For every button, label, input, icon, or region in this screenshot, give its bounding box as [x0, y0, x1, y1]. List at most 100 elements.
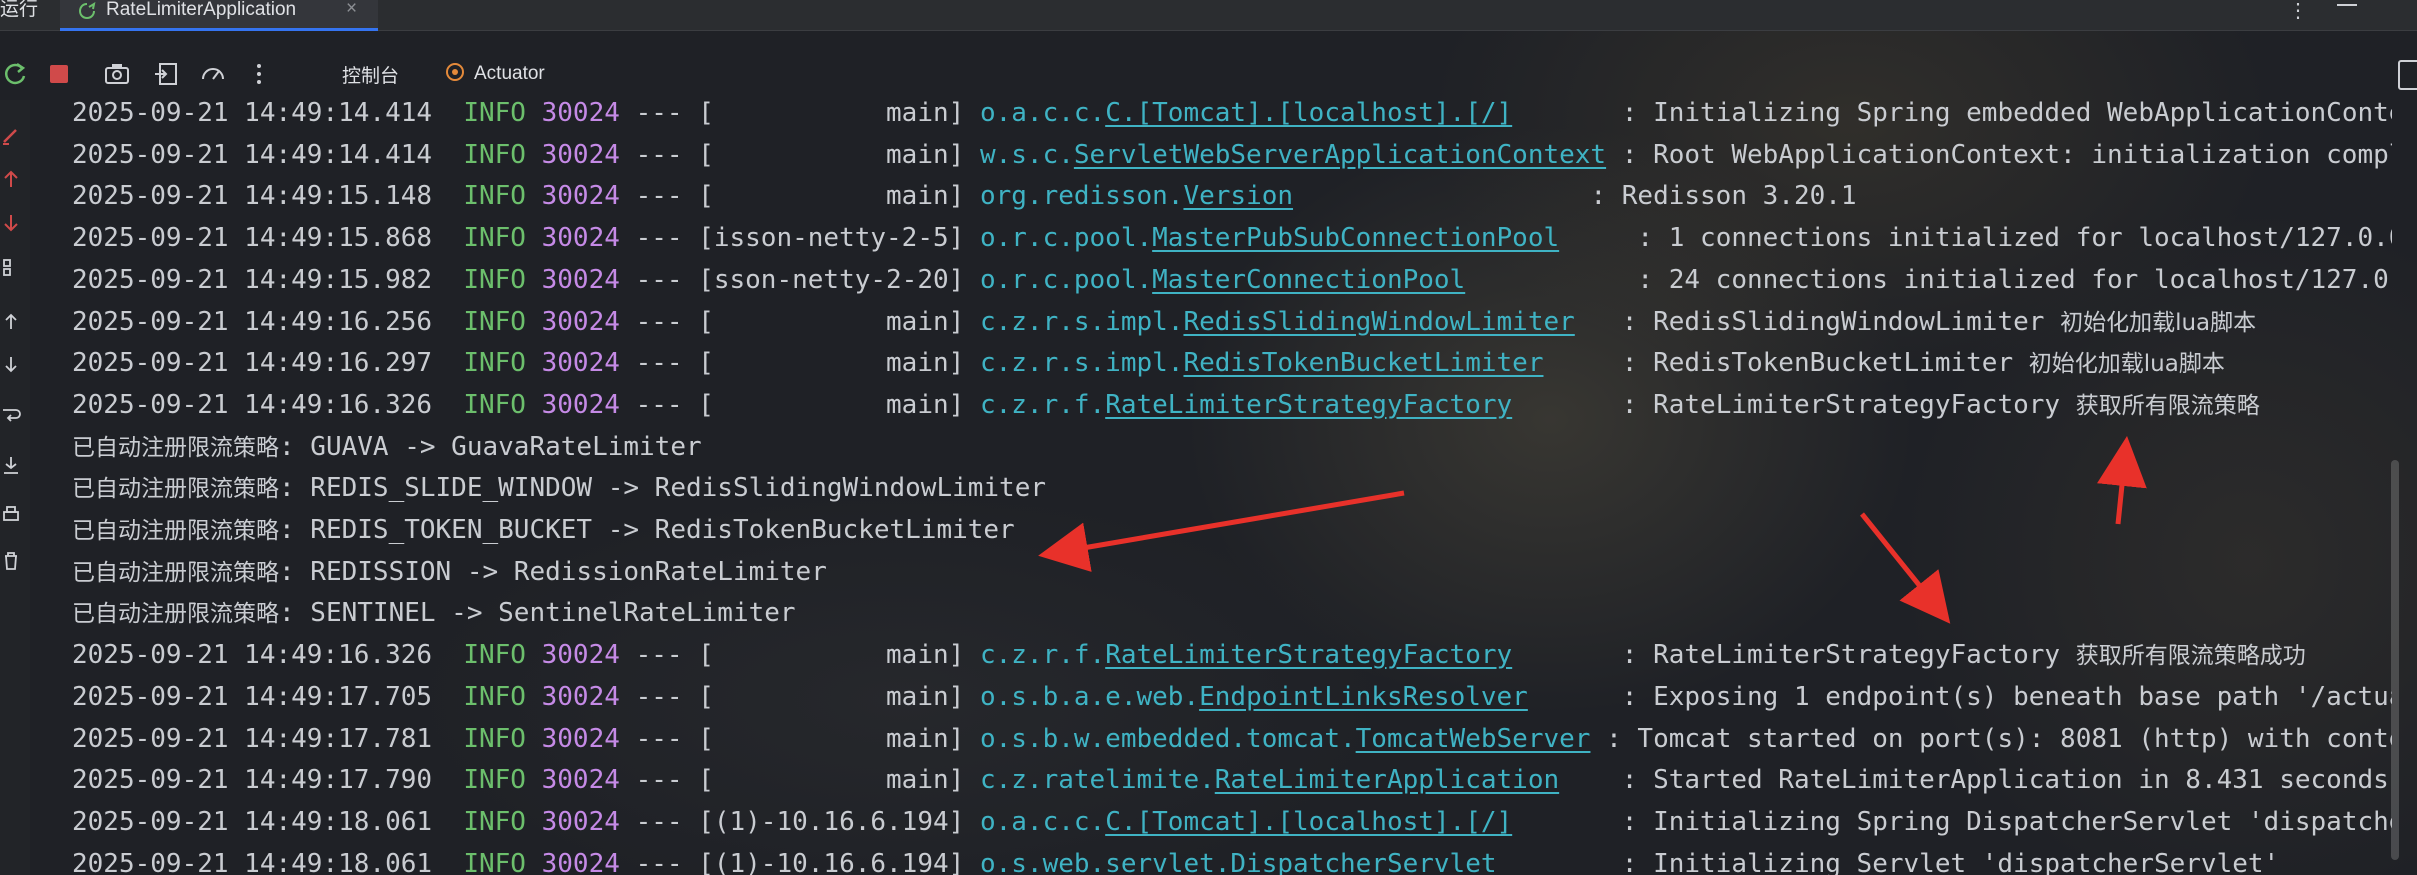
log-thread: [ main] [698, 723, 965, 754]
log-colon: : [1606, 723, 1638, 754]
log-timestamp: 2025-09-21 14:49:15.148 [72, 181, 433, 212]
actuator-icon [444, 61, 466, 83]
log-line: 2025-09-21 14:49:16.326 INFO 30024 --- [… [72, 387, 2260, 423]
log-thread: [ main] [698, 181, 965, 212]
log-logger-class-link[interactable]: RateLimiterStrategyFactory [1105, 640, 1512, 670]
more-vertical-icon[interactable] [244, 59, 274, 89]
log-timestamp: 2025-09-21 14:49:17.781 [72, 723, 433, 754]
log-logger-class-link[interactable]: Version [1183, 181, 1293, 211]
restore-layout-icon[interactable] [152, 59, 182, 89]
dashboard-icon[interactable] [198, 59, 228, 89]
vertical-scrollbar[interactable] [2391, 460, 2399, 860]
log-logger-class-link[interactable]: RedisTokenBucketLimiter [1183, 348, 1543, 378]
arrow-up-icon[interactable] [0, 168, 22, 190]
console-output[interactable]: 2025-09-21 14:49:14.414 INFO 30024 --- [… [72, 97, 2392, 875]
log-pid: 30024 [541, 723, 620, 754]
log-line: 2025-09-21 14:49:15.982 INFO 30024 --- [… [72, 262, 2392, 298]
log-logger-class-link[interactable]: RateLimiterApplication [1215, 765, 1559, 795]
run-window-label: 运行 [0, 0, 39, 20]
arrow-down-icon[interactable] [0, 212, 22, 234]
log-padding [1559, 765, 1622, 795]
plain-log-line: 已自动注册限流策略: REDIS_SLIDE_WINDOW -> RedisSl… [72, 470, 1046, 506]
plain-log-line: 已自动注册限流策略: GUAVA -> GuavaRateLimiter [72, 429, 702, 465]
log-logger-package: o.a.c.c. [979, 806, 1106, 837]
log-separator: --- [635, 223, 683, 254]
log-separator: --- [635, 264, 683, 295]
console-gutter [0, 100, 30, 875]
log-separator: --- [635, 806, 683, 837]
tab-rate-limiter-application[interactable]: RateLimiterApplication × [60, 0, 378, 31]
log-message: Exposing 1 endpoint(s) beneath base path… [1653, 681, 2392, 712]
wrap-icon[interactable] [0, 404, 22, 426]
log-pid: 30024 [541, 139, 620, 170]
log-logger-package: c.z.r.f. [979, 389, 1106, 420]
log-logger-class-link[interactable]: MasterPubSubConnectionPool [1152, 223, 1559, 253]
log-thread: [ main] [698, 389, 965, 420]
log-colon: : [1621, 640, 1654, 671]
log-level: INFO [463, 264, 526, 295]
trash-icon[interactable] [0, 550, 22, 572]
stop-icon[interactable] [44, 59, 74, 89]
tab-actuator[interactable]: Actuator [444, 61, 545, 85]
log-colon: : [1590, 181, 1622, 212]
log-separator: --- [635, 181, 683, 212]
log-logger-class-link[interactable]: C.[Tomcat].[localhost].[/] [1105, 807, 1512, 837]
log-separator: --- [635, 389, 683, 420]
side-panel-icon[interactable] [2398, 60, 2417, 90]
log-logger-class-link[interactable]: ServletWebServerApplicationContext [1074, 140, 1606, 170]
list-icon[interactable] [0, 256, 22, 278]
log-colon: : [1621, 348, 1654, 379]
log-level: INFO [463, 723, 526, 754]
camera-icon[interactable] [102, 59, 132, 89]
log-message-cn: 获取所有限流策略 [2075, 392, 2260, 419]
log-message: Started RateLimiterApplication in 8.431 … [1653, 765, 2389, 796]
minimize-icon[interactable] [2337, 4, 2357, 6]
log-separator: --- [635, 98, 683, 128]
edit-icon[interactable] [0, 124, 22, 146]
close-icon[interactable]: × [346, 0, 357, 19]
log-separator: --- [635, 848, 683, 875]
log-thread: [ main] [698, 765, 965, 796]
log-logger-class-link[interactable]: TomcatWebServer [1356, 724, 1591, 754]
log-line: 2025-09-21 14:49:16.297 INFO 30024 --- [… [72, 345, 2225, 381]
log-colon: : [1621, 806, 1654, 837]
log-logger-package: o.a.c.c. [979, 98, 1106, 128]
log-logger-class-link[interactable]: EndpointLinksResolver [1199, 682, 1528, 712]
log-logger-class-link[interactable]: DispatcherServlet [1230, 849, 1496, 875]
plain-text: : GUAVA -> GuavaRateLimiter [279, 431, 702, 462]
log-message: RateLimiterStrategyFactory [1653, 640, 2076, 671]
log-thread: [ main] [698, 139, 965, 170]
log-thread: [sson-netty-2-20] [698, 264, 965, 295]
log-logger-class-link[interactable]: RateLimiterStrategyFactory [1105, 390, 1512, 420]
log-level: INFO [463, 806, 526, 837]
log-pid: 30024 [541, 806, 620, 837]
log-pid: 30024 [541, 181, 620, 212]
scroll-up-icon[interactable] [0, 310, 22, 332]
log-message: Initializing Spring DispatcherServlet 'd… [1653, 806, 2392, 837]
log-timestamp: 2025-09-21 14:49:15.982 [72, 264, 433, 295]
download-icon[interactable] [0, 454, 22, 476]
rerun-icon[interactable] [0, 59, 30, 89]
print-icon[interactable] [0, 504, 22, 526]
plain-log-line: 已自动注册限流策略: REDISSION -> RedissionRateLim… [72, 554, 827, 590]
log-message: RedisSlidingWindowLimiter [1653, 306, 2061, 337]
console-toolbar: 控制台 Actuator [0, 53, 2417, 95]
log-logger-package: c.z.ratelimite. [979, 765, 1215, 796]
log-pid: 30024 [541, 640, 620, 671]
log-logger-class-link[interactable]: C.[Tomcat].[localhost].[/] [1105, 98, 1512, 128]
more-icon[interactable]: ⋮ [2288, 0, 2308, 23]
scroll-down-icon[interactable] [0, 354, 22, 376]
log-line: 2025-09-21 14:49:14.414 INFO 30024 --- [… [72, 137, 2392, 173]
log-pid: 30024 [541, 223, 620, 254]
log-line: 2025-09-21 14:49:16.256 INFO 30024 --- [… [72, 304, 2256, 340]
log-logger-class-link[interactable]: RedisSlidingWindowLimiter [1183, 307, 1574, 337]
log-logger-class-link[interactable]: MasterConnectionPool [1152, 265, 1465, 295]
log-line: 2025-09-21 14:49:16.326 INFO 30024 --- [… [72, 637, 2306, 673]
tab-console[interactable]: 控制台 [342, 61, 399, 88]
plain-prefix: 已自动注册限流策略 [72, 434, 279, 461]
log-level: INFO [463, 223, 526, 254]
log-timestamp: 2025-09-21 14:49:15.868 [72, 223, 433, 254]
log-message: Initializing Servlet 'dispatcherServlet' [1653, 848, 2280, 875]
log-padding [1606, 140, 1622, 170]
log-level: INFO [463, 348, 526, 379]
